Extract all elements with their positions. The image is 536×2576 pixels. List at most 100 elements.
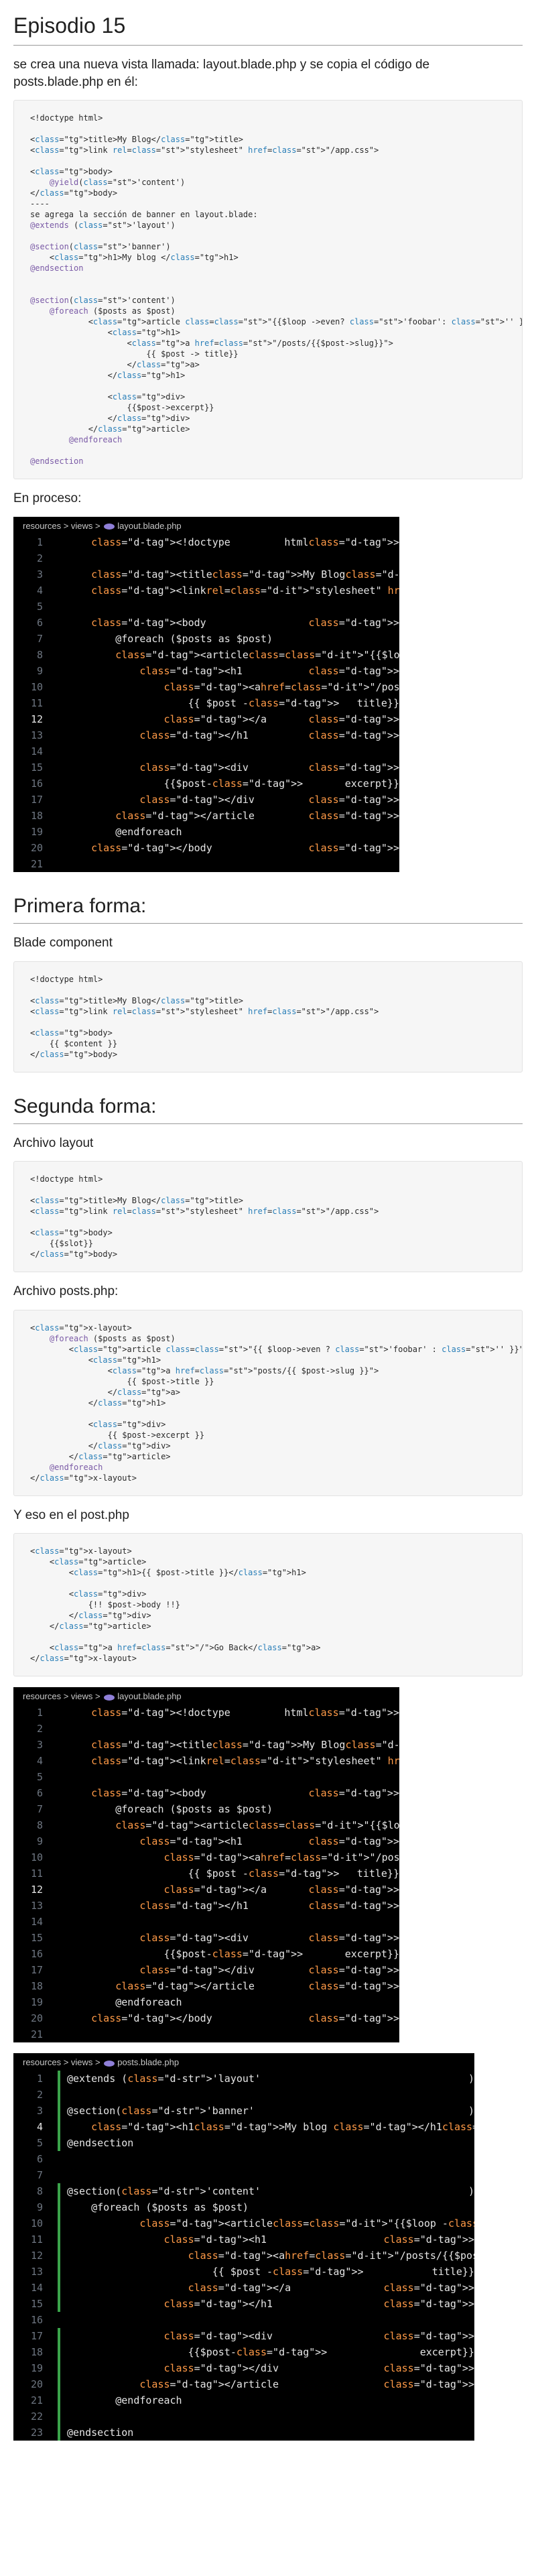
editor-line-text: class="d-tag"></body	[91, 2012, 212, 2025]
editor-line[interactable]: 15 class="d-tag"><div class ="d-tag">>	[13, 759, 399, 776]
editor-line[interactable]: 3 @section(class="d-str">'banner')	[13, 2103, 474, 2120]
breadcrumb-file[interactable]: layout.blade.php	[117, 1691, 181, 1701]
editor-line[interactable]: 5	[13, 1769, 399, 1785]
code-line: <class="tg">link	[30, 145, 108, 156]
editor-line[interactable]: 14	[13, 743, 399, 759]
editor-line[interactable]: 18 class="d-tag"></article class ="d-tag">…	[13, 808, 399, 824]
editor-line[interactable]: 2	[13, 1721, 399, 1737]
editor-line[interactable]: 18 {{$post-class="d-tag">> excerpt}}	[13, 2344, 474, 2361]
editor-line[interactable]: 16 {{$post-class="d-tag">> excerpt}}	[13, 1946, 399, 1962]
editor-line[interactable]: 17 class="d-tag"><div class ="d-tag">>	[13, 2328, 474, 2345]
breadcrumb-file[interactable]: layout.blade.php	[117, 521, 181, 531]
editor-line[interactable]: 4 class="d-tag"><link rel = class ="d-it">"…	[13, 582, 399, 599]
editor-line[interactable]: 8 class="d-tag"><article class = class ="d-…	[13, 647, 399, 663]
editor-line[interactable]: 9 @foreach ($posts as $post)	[13, 2199, 474, 2216]
editor-line[interactable]: 19 @endforeach	[13, 824, 399, 840]
code-line: </class="tg">x-layout	[30, 1473, 132, 1483]
page-title: Episodio 15	[13, 0, 523, 46]
line-number: 13	[30, 729, 43, 741]
editor-line[interactable]: 11 class="d-tag"><h1 class ="d-tag">>	[13, 2231, 474, 2248]
git-gutter	[58, 582, 60, 599]
editor-line[interactable]: 7	[13, 2167, 474, 2183]
editor-line[interactable]: 8 @section(class="d-str">'content')	[13, 2183, 474, 2200]
editor-line[interactable]: 4 class="d-tag"><link rel = class ="d-it">"…	[13, 1753, 399, 1769]
editor-line[interactable]: 15 class="d-tag"><div class ="d-tag">>	[13, 1930, 399, 1946]
editor-line[interactable]: 1 @extends (class="d-str">'layout')	[13, 2071, 474, 2087]
editor-line[interactable]: 16	[13, 2312, 474, 2328]
editor-line[interactable]: 7 @foreach ($posts as $post)	[13, 631, 399, 647]
code-line: <class="tg">a	[30, 1365, 171, 1375]
editor-line[interactable]: 11 {{ $post -class="d-tag">> title}}	[13, 695, 399, 711]
editor-line[interactable]: 22	[13, 2408, 474, 2425]
breadcrumb-views[interactable]: views	[71, 1691, 93, 1701]
git-gutter	[58, 711, 60, 727]
editor-line[interactable]: 11 {{ $post -class="d-tag">> title}}	[13, 1865, 399, 1882]
editor-line[interactable]: 14	[13, 1914, 399, 1930]
line-number: 8	[36, 1819, 43, 1832]
editor-line[interactable]: 13 class="d-tag"></h1 class ="d-tag">>	[13, 1898, 399, 1914]
editor-line[interactable]: 21	[13, 2026, 399, 2042]
editor-line[interactable]: 20 class="d-tag"></body class ="d-tag">>	[13, 2010, 399, 2026]
git-gutter	[58, 1914, 60, 1930]
line-number: 18	[30, 809, 43, 822]
breadcrumb-views[interactable]: views	[71, 521, 93, 531]
editor-line[interactable]: 12 class="d-tag"></a class ="d-tag">>	[13, 1882, 399, 1898]
editor-line[interactable]: 10 class="d-tag"><article class = class ="d…	[13, 2215, 474, 2232]
line-number: 4	[36, 2121, 43, 2134]
editor-line[interactable]: 16 {{$post-class="d-tag">> excerpt}}	[13, 776, 399, 792]
editor-line[interactable]: 3 class="d-tag"><title class ="d-tag">>My …	[13, 1737, 399, 1753]
editor-line-text: {{ $post -class="d-tag">>	[67, 696, 340, 709]
editor-line[interactable]: 6	[13, 2151, 474, 2167]
editor-line[interactable]: 7 @foreach ($posts as $post)	[13, 1801, 399, 1817]
editor-line[interactable]: 6 class="d-tag"><body class ="d-tag">>	[13, 1785, 399, 1801]
editor-line[interactable]: 10 class="d-tag"><a href = class ="d-it">"/…	[13, 679, 399, 695]
editor-line[interactable]: 17 class="d-tag"></div class ="d-tag">>	[13, 792, 399, 808]
code-line: </class="tg">body	[30, 1049, 113, 1059]
editor-line[interactable]: 20 class="d-tag"></body class ="d-tag">>	[13, 840, 399, 856]
code-line: <class="tg">body	[30, 1228, 108, 1238]
editor-line[interactable]: 23 @endsection	[13, 2425, 474, 2441]
git-gutter	[58, 566, 60, 582]
breadcrumb-views[interactable]: views	[71, 2057, 93, 2067]
editor-line[interactable]: 4 class="d-tag"><h1 class ="d-tag">>My blo…	[13, 2119, 474, 2136]
line-number: 2	[36, 2089, 43, 2101]
code-line: {{ $content }}	[30, 1038, 118, 1048]
editor-screenshot-layout-2: resources > views > layout.blade.php 1 cl…	[13, 1687, 399, 2043]
editor-line[interactable]: 5 @endsection	[13, 2135, 474, 2152]
editor-line[interactable]: 20 class="d-tag"></article class ="d-tag">…	[13, 2376, 474, 2393]
breadcrumb-resources[interactable]: resources	[23, 1691, 61, 1701]
editor-line[interactable]: 19 @endforeach	[13, 1994, 399, 2010]
editor-line[interactable]: 21 @endforeach	[13, 2392, 474, 2409]
line-number: 9	[36, 2201, 43, 2214]
editor-line[interactable]: 14 class="d-tag"></a class ="d-tag">>	[13, 2280, 474, 2296]
git-gutter	[58, 1705, 60, 1721]
breadcrumb-resources[interactable]: resources	[23, 521, 61, 531]
breadcrumb-file[interactable]: posts.blade.php	[117, 2057, 179, 2067]
code-line: @extends (class="st">'layout'	[30, 221, 171, 231]
editor-line[interactable]: 13 {{ $post -class="d-tag">> title}}	[13, 2264, 474, 2280]
editor-line[interactable]: 13 class="d-tag"></h1 class ="d-tag">>	[13, 727, 399, 743]
editor-line[interactable]: 2	[13, 2087, 474, 2103]
editor-line[interactable]: 19 class="d-tag"></div class ="d-tag">>	[13, 2360, 474, 2377]
editor-line[interactable]: 21	[13, 856, 399, 872]
editor-line-text	[67, 1914, 399, 1930]
editor-line[interactable]: 18 class="d-tag"></article class ="d-tag">…	[13, 1978, 399, 1994]
line-number: 12	[30, 713, 43, 725]
editor-line[interactable]: 2	[13, 550, 399, 566]
editor-line[interactable]: 1 class="d-tag"><!doctype html class ="d-t…	[13, 534, 399, 550]
editor-line[interactable]: 8 class="d-tag"><article class = class ="d-…	[13, 1817, 399, 1833]
editor-line[interactable]: 9 class="d-tag"><h1 class ="d-tag">>	[13, 1833, 399, 1849]
editor-line[interactable]: 9 class="d-tag"><h1 class ="d-tag">>	[13, 663, 399, 679]
editor-line[interactable]: 5	[13, 599, 399, 615]
editor-line[interactable]: 12 class="d-tag"></a class ="d-tag">>	[13, 711, 399, 727]
editor-line[interactable]: 15 class="d-tag"></h1 class ="d-tag">>	[13, 2296, 474, 2313]
editor-line[interactable]: 10 class="d-tag"><a href = class ="d-it">"/…	[13, 1849, 399, 1865]
breadcrumb-resources[interactable]: resources	[23, 2057, 61, 2067]
git-gutter	[58, 840, 60, 856]
editor-line[interactable]: 12 class="d-tag"><a href = class ="d-it">"/…	[13, 2248, 474, 2264]
editor-line[interactable]: 6 class="d-tag"><body class ="d-tag">>	[13, 615, 399, 631]
editor-line[interactable]: 3 class="d-tag"><title class ="d-tag">>My …	[13, 566, 399, 582]
en-proceso-label: En proceso:	[13, 491, 82, 506]
editor-line[interactable]: 1 class="d-tag"><!doctype html class ="d-t…	[13, 1705, 399, 1721]
editor-line[interactable]: 17 class="d-tag"></div class ="d-tag">>	[13, 1962, 399, 1978]
